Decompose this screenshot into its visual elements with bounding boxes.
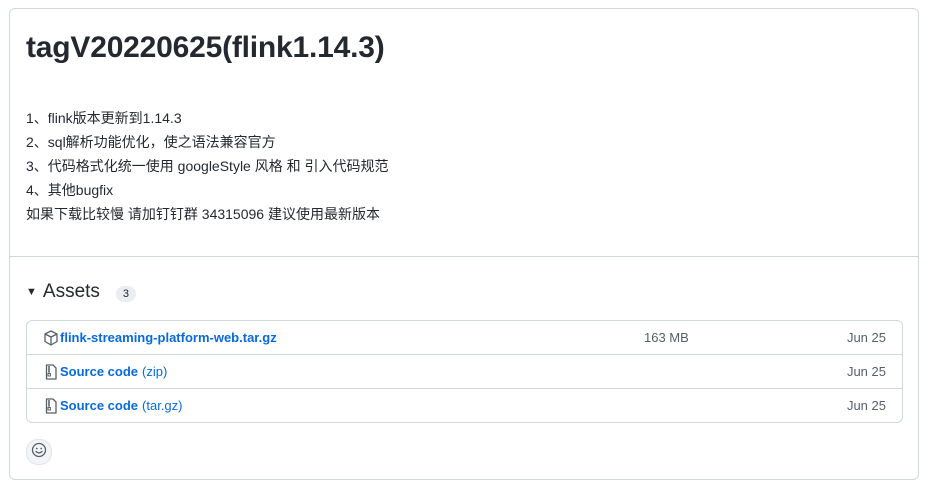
release-title: tagV20220625(flink1.14.3) [26, 31, 385, 64]
file-zip-icon [43, 363, 59, 380]
assets-title: Assets [42, 281, 100, 302]
package-icon [43, 329, 59, 346]
release-card: tagV20220625(flink1.14.3) 1、flink版本更新到1.… [9, 8, 919, 480]
assets-toggle[interactable]: ▼ Assets 3 [26, 281, 137, 303]
asset-format: (zip) [142, 364, 168, 379]
release-note-line: 1、flink版本更新到1.14.3 [26, 110, 182, 126]
asset-date: Jun 25 [846, 364, 886, 379]
release-note-line: 2、sql解析功能优化，使之语法兼容官方 [26, 134, 276, 150]
asset-date: Jun 25 [846, 330, 886, 345]
release-note-line: 3、代码格式化统一使用 googleStyle 风格 和 引入代码规范 [26, 158, 389, 174]
asset-size: 163 MB [644, 330, 689, 345]
release-note-line: 4、其他bugfix [26, 182, 114, 198]
assets-list: flink-streaming-platform-web.tar.gz 163 … [26, 320, 903, 423]
asset-row: Source code (tar.gz) Jun 25 [27, 388, 902, 422]
asset-name: Source code [60, 364, 139, 379]
asset-name: Source code [60, 398, 139, 413]
file-zip-icon [43, 397, 59, 414]
assets-count-badge: 3 [115, 285, 137, 302]
asset-download-link[interactable]: flink-streaming-platform-web.tar.gz [60, 330, 277, 345]
asset-date: Jun 25 [846, 398, 886, 413]
asset-row: Source code (zip) Jun 25 [27, 354, 902, 388]
release-notes: 1、flink版本更新到1.14.3 2、sql解析功能优化，使之语法兼容官方 … [26, 106, 389, 226]
smiley-icon [31, 442, 47, 463]
source-targz-link[interactable]: Source code (tar.gz) [60, 398, 183, 413]
source-zip-link[interactable]: Source code (zip) [60, 364, 167, 379]
asset-row: flink-streaming-platform-web.tar.gz 163 … [27, 321, 902, 354]
release-note-line: 如果下载比较慢 请加钉钉群 34315096 建议使用最新版本 [26, 206, 380, 222]
caret-down-icon: ▼ [26, 286, 37, 298]
asset-format: (tar.gz) [142, 398, 183, 413]
add-reaction-button[interactable] [26, 439, 52, 465]
section-divider [10, 256, 918, 257]
